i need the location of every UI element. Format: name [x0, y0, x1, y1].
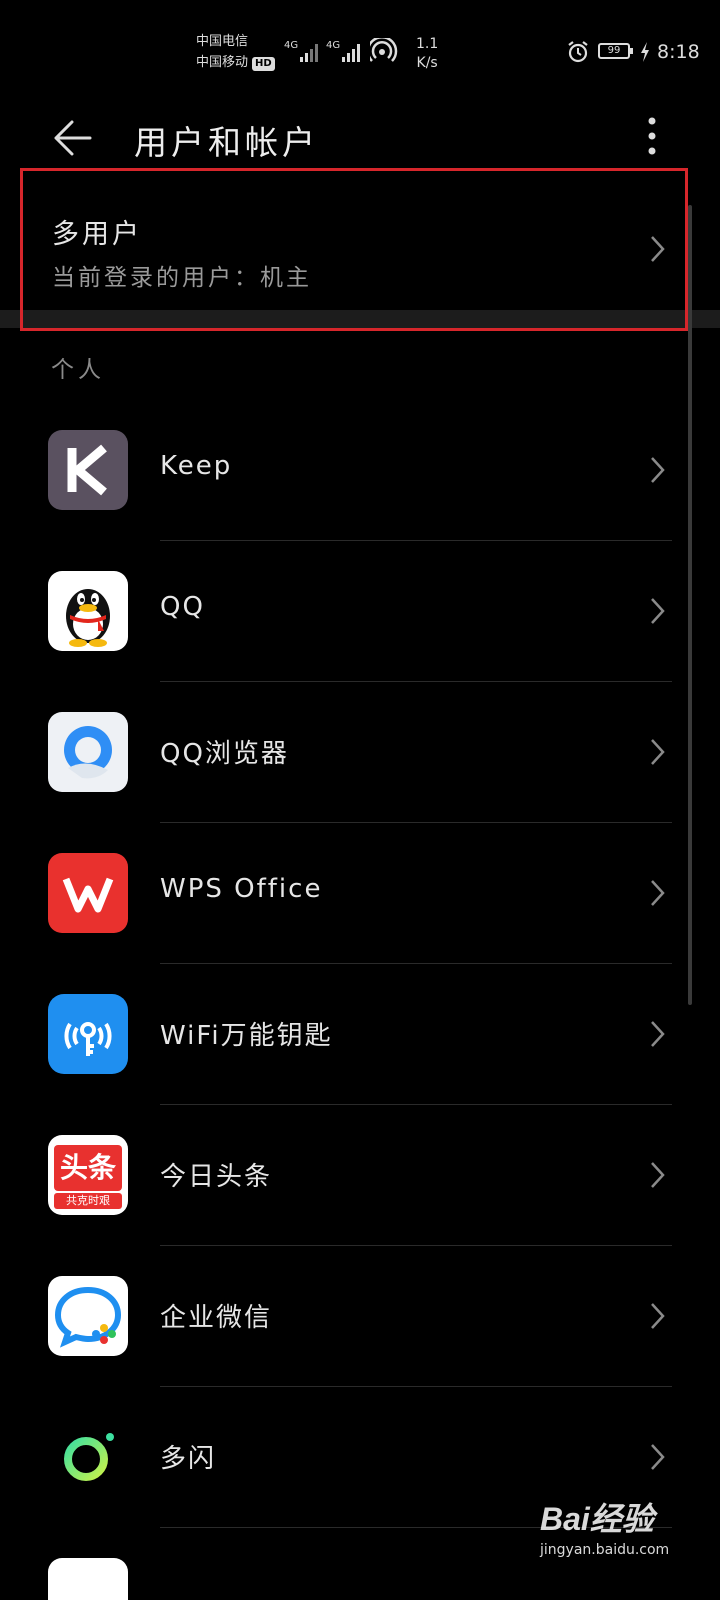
signal-icon-1: 4G	[284, 40, 318, 62]
section-divider	[0, 310, 720, 328]
alarm-icon	[568, 41, 588, 63]
toutiao-icon: 头条 共克时艰	[48, 1135, 128, 1215]
chevron-right-icon	[651, 1303, 665, 1329]
list-item-label: Keep	[160, 451, 233, 481]
list-item-label: WPS Office	[160, 874, 323, 904]
list-item-label: 多闪	[160, 1444, 217, 1474]
current-user-subtitle: 当前登录的用户：机主	[52, 265, 312, 291]
multi-user-item[interactable]: 多用户 当前登录的用户：机主	[0, 178, 720, 308]
list-item[interactable]: WiFi万能钥匙	[0, 964, 720, 1105]
wecom-icon	[48, 1276, 128, 1356]
carrier-1: 中国电信	[196, 34, 249, 49]
duoshan-icon	[48, 1417, 128, 1497]
toutiao-logo-text: 头条	[54, 1145, 122, 1191]
list-item-label: QQ	[160, 592, 205, 622]
charging-icon	[641, 42, 649, 62]
network-type-2: 4G	[326, 40, 340, 51]
list-item[interactable]: 头条 共克时艰 今日头条	[0, 1105, 720, 1246]
qq-icon	[48, 571, 128, 651]
chevron-right-icon	[651, 880, 665, 906]
chevron-right-icon	[651, 598, 665, 624]
network-speed: 1.1 K/s	[416, 35, 438, 73]
qq-browser-icon	[48, 712, 128, 792]
toutiao-logo-subtext: 共克时艰	[54, 1193, 122, 1209]
chevron-right-icon	[651, 236, 665, 262]
back-arrow-icon[interactable]	[52, 118, 92, 158]
clock: 8:18	[657, 41, 700, 63]
battery-icon: 99	[598, 43, 633, 59]
more-options-icon[interactable]	[646, 116, 658, 156]
app-bar: 用户和帐户	[0, 100, 720, 176]
baidu-jingyan-watermark: Bai经验 jingyan.baidu.com	[540, 1494, 669, 1558]
list-item-label: WiFi万能钥匙	[160, 1021, 333, 1051]
chevron-right-icon	[651, 1444, 665, 1470]
wps-office-icon	[48, 853, 128, 933]
chevron-right-icon	[651, 739, 665, 765]
watermark-logo: Bai经验	[540, 1501, 654, 1537]
list-item[interactable]: Keep	[0, 400, 720, 541]
page-title: 用户和帐户	[134, 123, 319, 162]
hotspot-icon	[370, 38, 398, 62]
partial-app-icon	[48, 1558, 128, 1600]
battery-level: 99	[607, 45, 621, 56]
chevron-right-icon	[651, 1162, 665, 1188]
network-type-1: 4G	[284, 40, 298, 51]
chevron-right-icon	[651, 1021, 665, 1047]
watermark-url: jingyan.baidu.com	[540, 1542, 670, 1558]
chevron-right-icon	[651, 457, 665, 483]
speed-unit: K/s	[416, 55, 438, 71]
list-item[interactable]: WPS Office	[0, 823, 720, 964]
list-item[interactable]: QQ	[0, 541, 720, 682]
list-item-label: 企业微信	[160, 1303, 273, 1333]
list-item[interactable]: QQ浏览器	[0, 682, 720, 823]
list-item[interactable]: 企业微信	[0, 1246, 720, 1387]
carrier-info: 中国电信 中国移动 HD	[196, 31, 275, 73]
carrier-2: 中国移动	[196, 55, 249, 70]
status-bar: 中国电信 中国移动 HD 4G 4G 1.1 K/s 99 8:18	[0, 0, 720, 100]
section-header-personal: 个人	[51, 357, 105, 383]
list-item-label: QQ浏览器	[160, 739, 289, 769]
list-item-label: 今日头条	[160, 1162, 273, 1192]
multi-user-title: 多用户	[52, 219, 142, 250]
wifi-key-icon	[48, 994, 128, 1074]
keep-icon	[48, 430, 128, 510]
speed-value: 1.1	[416, 36, 439, 52]
hd-badge: HD	[252, 57, 275, 71]
signal-icon-2: 4G	[326, 40, 360, 62]
